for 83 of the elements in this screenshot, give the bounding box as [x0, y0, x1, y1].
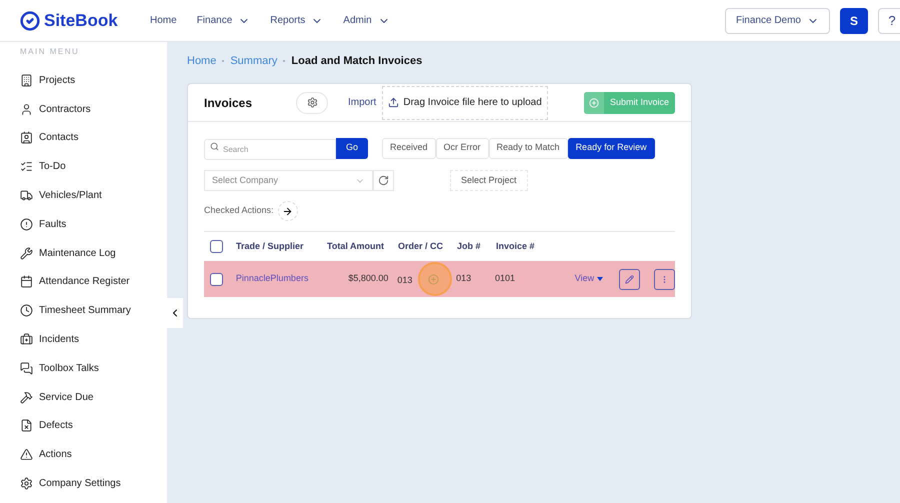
table-cell-text: 013 — [397, 274, 412, 287]
upload-dropzone[interactable]: Drag Invoice file here to upload — [382, 86, 548, 120]
menu-icon — [20, 362, 33, 375]
view-dropdown[interactable]: View — [574, 272, 604, 286]
avatar-button[interactable]: S — [840, 8, 868, 34]
nav-link[interactable]: Home — [150, 13, 177, 28]
search-field[interactable]: Search — [204, 139, 336, 160]
sidebar-item[interactable]: Projects — [20, 66, 76, 95]
sidebar-item[interactable]: Maintenance Log — [20, 238, 116, 268]
collapse-button[interactable] — [167, 298, 183, 328]
sidebar-item[interactable]: Timesheet Summary — [20, 296, 131, 326]
upload-icon — [388, 97, 400, 108]
checkbox[interactable] — [210, 272, 223, 286]
table-cell-text: $5,800.00 — [347, 272, 388, 286]
sidebar-item[interactable]: Toolbox Talks — [20, 354, 99, 383]
filter-tab[interactable]: Ocr Error — [436, 138, 489, 158]
breadcrumb-separator — [222, 60, 224, 62]
table-cell-text: 0101 — [495, 272, 516, 286]
edit-button[interactable] — [619, 268, 640, 290]
table-cell-text: 013 — [456, 272, 472, 286]
sidebar-item[interactable]: Attendance Register — [20, 268, 130, 296]
card-title: Invoices — [204, 94, 254, 112]
more-button[interactable] — [654, 268, 676, 290]
go-button[interactable]: Go — [336, 138, 368, 158]
menu-icon — [20, 102, 33, 116]
account-dropdown[interactable]: Finance Demo — [724, 8, 830, 34]
pencil-icon — [625, 274, 634, 284]
supplier-link[interactable]: PinnaclePlumbers — [236, 272, 327, 286]
menu-icon — [20, 246, 33, 260]
menu-icon — [20, 218, 33, 231]
logo-icon — [20, 10, 40, 30]
menu-icon — [20, 304, 33, 318]
help-button[interactable]: ? — [878, 8, 900, 34]
sidebar-item[interactable]: Contacts — [20, 124, 78, 152]
menu-icon — [20, 160, 33, 174]
click-highlight — [418, 262, 452, 296]
sidebar-item[interactable]: Defects — [20, 412, 73, 440]
apply-action-button[interactable] — [278, 201, 298, 221]
filter-tab[interactable]: Ready to Match — [488, 138, 568, 158]
sidebar-item[interactable]: Incidents — [20, 325, 80, 354]
column-header: Order / CC — [398, 240, 444, 253]
sidebar-item[interactable]: Company Settings — [20, 469, 121, 498]
nav-link[interactable]: Reports — [270, 13, 324, 28]
sidebar-item[interactable]: Actions — [20, 440, 72, 470]
settings-icon — [306, 97, 318, 108]
sidebar-heading: MAIN MENU — [20, 46, 80, 58]
breadcrumb-separator — [283, 60, 286, 62]
menu-icon — [20, 131, 33, 144]
breadcrumb-current: Load and Match Invoices — [291, 54, 422, 69]
nav-link[interactable]: Admin — [343, 13, 390, 28]
table-row[interactable]: PinnaclePlumbers $5,800.00 013 013 0101 View — [204, 261, 675, 297]
menu-icon — [20, 333, 33, 346]
menu-icon — [20, 275, 33, 288]
logo[interactable]: SiteBook — [44, 8, 118, 34]
column-header: Invoice # — [496, 240, 536, 253]
column-header: Trade / Supplier — [236, 240, 305, 253]
settings-button[interactable] — [296, 92, 328, 114]
checkbox[interactable] — [210, 240, 223, 253]
import-link[interactable]: Import — [348, 95, 376, 110]
sidebar-item[interactable]: Service Due — [20, 382, 94, 412]
checked-actions-label: Checked Actions: — [204, 204, 274, 218]
menu-icon — [20, 419, 33, 432]
sidebar-item[interactable]: To-Do — [20, 152, 66, 182]
menu-icon — [20, 390, 33, 404]
refresh-button[interactable] — [373, 170, 394, 191]
company-select[interactable]: Select Company — [204, 170, 373, 191]
filter-tab[interactable]: Ready for Review — [568, 138, 655, 158]
column-header: Total Amount — [327, 240, 385, 253]
select-project-button[interactable]: Select Project — [450, 170, 528, 191]
refresh-icon — [378, 175, 389, 186]
nav-link[interactable]: Finance — [196, 13, 250, 28]
filter-tab[interactable]: Received — [382, 138, 436, 158]
sidebar-item[interactable]: Vehicles/Plant — [20, 181, 102, 210]
menu-icon — [20, 477, 33, 490]
column-header: Job # — [457, 240, 482, 253]
search-icon — [210, 142, 219, 151]
arrow-right-icon — [282, 206, 294, 216]
sidebar-item[interactable]: Faults — [20, 210, 66, 239]
menu-icon — [20, 448, 33, 462]
sidebar-item[interactable]: Contractors — [20, 94, 91, 124]
menu-icon — [20, 189, 33, 202]
menu-icon — [20, 74, 33, 87]
plus-icon — [588, 98, 599, 108]
